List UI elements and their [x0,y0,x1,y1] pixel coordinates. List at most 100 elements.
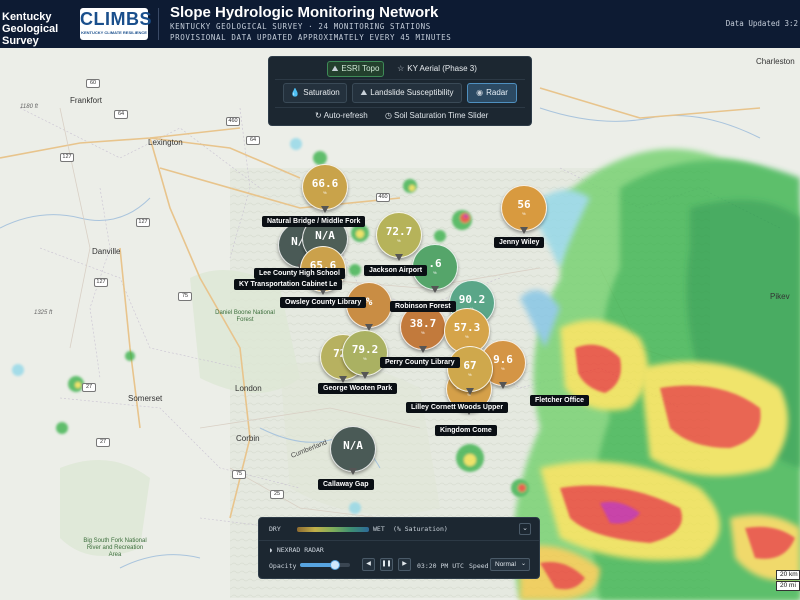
station-marker-circle: 67% [447,346,493,392]
station-marker[interactable]: 56% [501,185,547,235]
layer-radar-button[interactable]: ◉ Radar [467,83,517,103]
star-icon: ☆ [397,64,405,73]
data-updated-timestamp: Data Updated 3:2 [725,19,798,28]
radar-icon: ◗ [269,546,277,554]
legend-wet-label: WET [373,525,385,533]
panel-divider [275,107,525,108]
step-back-icon: ◀ [366,561,371,567]
climbs-logo-subtext: KENTUCKY CLIMATE RESILIENCE [81,30,147,35]
step-forward-icon: ▶ [402,561,407,567]
route-shield: 25 [270,490,284,499]
station-label[interactable]: Lee County High School [254,268,345,279]
station-label[interactable]: George Wooten Park [318,383,398,394]
station-label[interactable]: KY Transportation Cabinet Le [234,279,343,290]
route-shield: 64 [114,110,128,119]
time-slider-toggle[interactable]: ◷ Soil Saturation Time Slider [385,111,488,120]
place-label: Charleston [756,57,795,66]
saturation-gradient [297,527,369,532]
place-label: Lexington [148,138,183,147]
station-marker-circle: 66.6% [302,164,348,210]
station-label[interactable]: Fletcher Office [530,395,590,406]
route-shield: 64 [246,136,260,145]
pause-icon: ❚❚ [381,561,392,567]
layer-saturation-button[interactable]: 💧 Saturation [283,83,347,103]
legend-dry-label: DRY [269,525,281,533]
forest-label: Big South Fork National River and Recrea… [83,538,147,558]
mountain-icon: ⛰ [331,64,339,73]
kgs-logo[interactable]: Kentucky Geological Survey [2,11,74,47]
marker-pin [321,206,329,213]
station-marker[interactable]: N/A [330,426,376,476]
station-label[interactable]: Perry County Library [380,357,460,368]
radar-time: 03:20 PM UTC [417,562,464,570]
station-marker[interactable]: 79.2% [342,330,388,380]
marker-pin [361,372,369,379]
marker-pin [431,286,439,293]
opacity-slider[interactable] [300,560,350,570]
auto-refresh-toggle[interactable]: ↻ Auto-refresh [315,111,368,120]
station-marker[interactable]: 66.6% [302,164,348,214]
radar-title: ◗ NEXRAD RADAR [269,546,324,554]
station-label[interactable]: Jackson Airport [364,265,428,276]
header-divider [158,8,159,40]
radar-icon: ◉ [476,88,484,97]
clock-icon: ◷ [385,111,392,120]
station-label[interactable]: Natural Bridge / Middle Fork [262,216,366,227]
station-label[interactable]: Owsley County Library [280,297,367,308]
station-label[interactable]: Lilley Cornett Woods Upper [406,402,509,413]
scale-bar-mi: 20 mi [776,581,800,591]
scale-bar-km: 20 km [776,570,800,580]
opacity-slider-thumb[interactable] [330,560,340,570]
route-shield: 75 [232,470,246,479]
layer-landslide-button[interactable]: ⛰ Landslide Susceptibility [352,83,462,103]
marker-pin [395,254,403,261]
station-marker-circle: 79.2% [342,330,388,376]
place-label: Somerset [128,394,163,403]
opacity-label: Opacity [269,562,297,570]
route-shield: 127 [136,218,150,227]
page-title: Slope Hydrologic Monitoring Network [170,4,439,21]
place-label: Frankfort [70,96,103,105]
station-label[interactable]: Kingdom Come [435,425,497,436]
place-label: Danville [92,247,121,256]
pause-button[interactable]: ❚❚ [380,558,393,571]
route-shield: 27 [82,383,96,392]
station-label[interactable]: Robinson Forest [390,301,456,312]
legend-collapse-button[interactable]: ⌄ [519,523,531,535]
speed-select[interactable]: Normal ⌄ [490,558,530,571]
step-forward-button[interactable]: ▶ [398,558,411,571]
station-marker-circle: 56% [501,185,547,231]
elevation-label: 1180 ft [20,104,38,110]
route-shield: 60 [86,79,100,88]
basemap-ky-aerial-button[interactable]: ☆ KY Aerial (Phase 3) [387,59,487,79]
marker-pin [499,382,507,389]
marker-pin [520,227,528,234]
route-shield: 75 [178,292,192,301]
marker-pin [349,468,357,475]
climbs-logo[interactable]: CLIMBS KENTUCKY CLIMATE RESILIENCE [80,8,152,40]
basemap-esri-topo-button[interactable]: ⛰ ESRI Topo [327,61,384,77]
route-shield: 460 [226,117,240,126]
route-shield: 460 [376,193,390,202]
marker-pin [466,388,474,395]
route-shield: 127 [94,278,108,287]
chevron-down-icon: ⌄ [520,561,526,567]
step-back-button[interactable]: ◀ [362,558,375,571]
header-subtitle-network: KENTUCKY GEOLOGICAL SURVEY · 24 MONITORI… [170,22,431,31]
station-label[interactable]: Jenny Wiley [494,237,545,248]
legend-divider [259,540,539,541]
speed-label: Speed [469,562,489,570]
forest-label: Daniel Boone National Forest [215,310,275,323]
route-shield: 127 [60,153,74,162]
drops-icon: 💧 [290,88,301,97]
refresh-icon: ↻ [315,111,322,120]
header-subtitle-provisional: PROVISIONAL DATA UPDATED APPROXIMATELY E… [170,33,452,42]
mountain-icon: ⛰ [360,88,368,97]
place-label: London [235,384,262,393]
station-marker[interactable]: 67% [447,346,493,396]
panel-divider [275,79,525,80]
app-header: Kentucky Geological Survey CLIMBS KENTUC… [0,0,800,48]
place-label: Pikev [770,292,790,301]
station-label[interactable]: Callaway Gap [318,479,374,490]
map-controls-panel: ⛰ ESRI Topo ☆ KY Aerial (Phase 3) 💧 Saturat… [268,56,532,126]
